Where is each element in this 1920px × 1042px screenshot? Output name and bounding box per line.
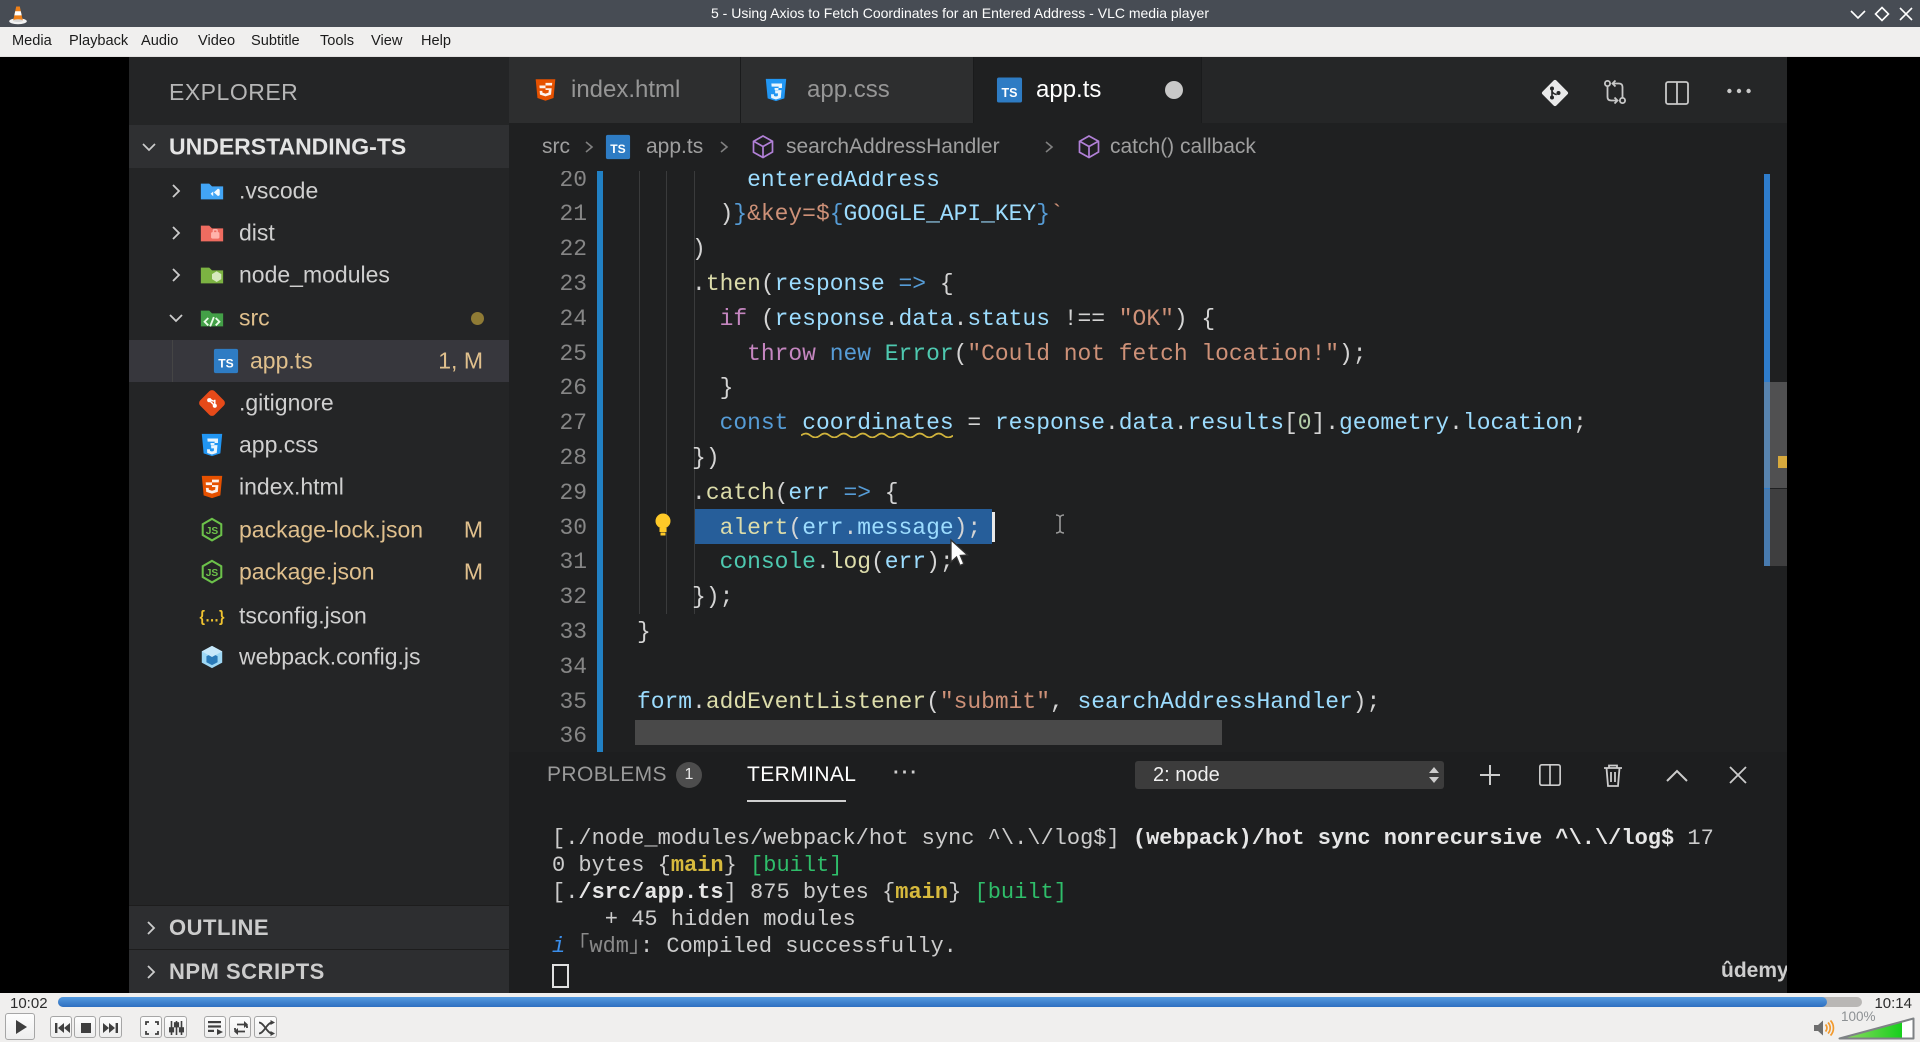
- svg-text:JS: JS: [206, 568, 219, 579]
- svg-text:JS: JS: [206, 526, 219, 537]
- svg-text:TS: TS: [1002, 86, 1018, 100]
- svg-text:TS: TS: [218, 357, 233, 371]
- svg-text:{…}: {…}: [199, 609, 224, 626]
- svg-text:TS: TS: [610, 142, 625, 156]
